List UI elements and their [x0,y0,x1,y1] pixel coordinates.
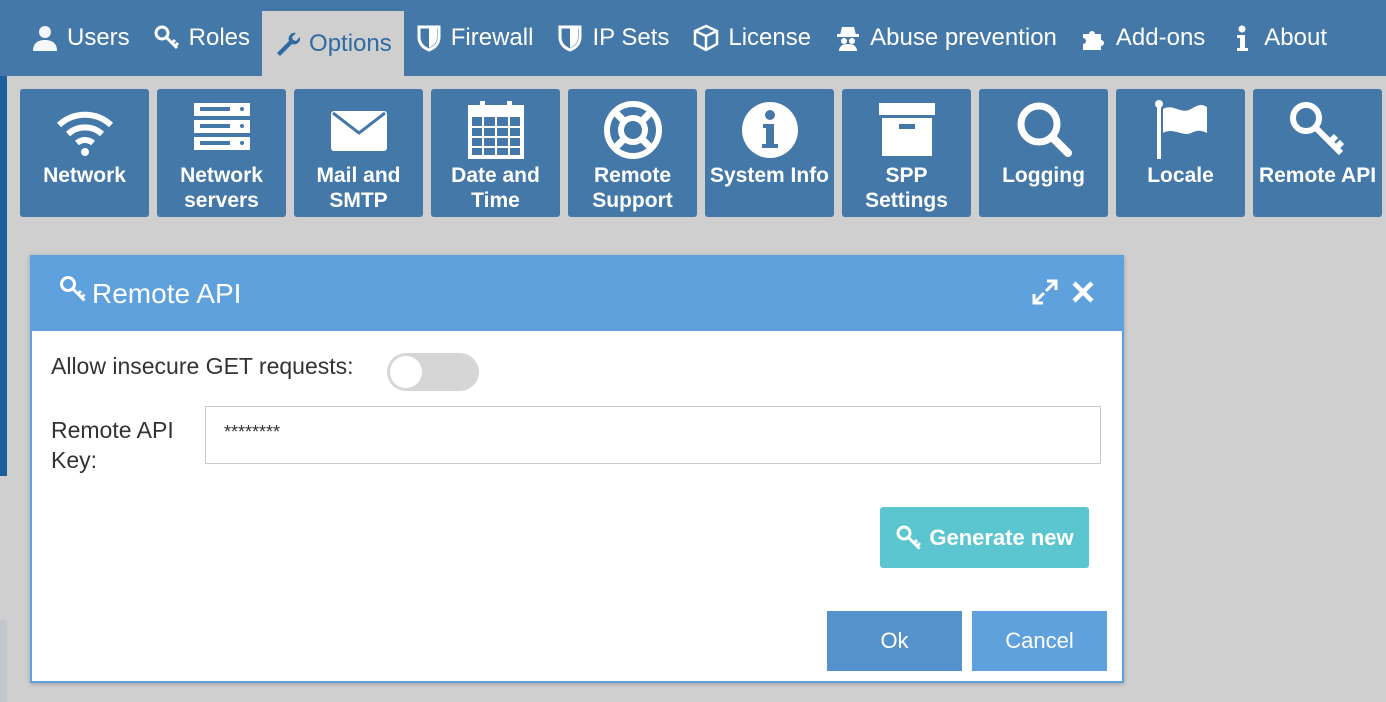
puzzle-icon [1082,31,1104,50]
tab-label: Roles [188,24,251,51]
close-icon[interactable] [1070,279,1096,305]
tab-about[interactable]: About [1217,0,1339,76]
cancel-button[interactable]: Cancel [972,611,1107,671]
generate-new-button[interactable]: Generate new [880,507,1089,568]
flag-icon [1154,100,1207,159]
tile-label: System Info [709,164,830,187]
box-icon [694,24,719,52]
allow-get-row: Allow insecure GET requests: [51,353,354,380]
ok-button[interactable]: Ok [827,611,962,671]
lifebuoy-icon [603,101,662,159]
tab-label: Users [67,24,130,51]
api-key-field[interactable] [205,406,1101,464]
tile-remote-support[interactable]: Remote Support [568,89,697,217]
tile-locale[interactable]: Locale [1116,89,1245,217]
server-icon [193,103,250,150]
tab-label: Abuse prevention [870,24,1057,51]
tab-abuse-prevention[interactable]: Abuse prevention [823,0,1069,76]
magnifier-icon [1017,102,1072,157]
tile-label: Date and Time [451,164,540,212]
tab-label: About [1264,24,1328,51]
tile-label: Remote API [1258,164,1377,187]
envelope-icon [330,111,387,151]
tile-label: Remote Support [592,164,673,212]
archive-icon [878,103,935,156]
toggle-knob [390,356,422,388]
tile-label: SPP Settings [865,164,948,212]
tile-label: Locale [1147,164,1214,187]
tile-date-time[interactable]: Date and Time [431,89,560,217]
tile-label: Network servers [180,164,263,212]
remote-api-dialog: Remote API Allow insecure GET requests: … [30,255,1124,683]
top-navigation: Users Roles Options Firewall IP Sets Lic… [0,0,1386,76]
user-icon [33,26,57,51]
wrench-icon [277,32,301,56]
tab-roles[interactable]: Roles [142,0,262,76]
calendar-icon [467,101,524,159]
background-panel [0,620,7,702]
tile-logging[interactable]: Logging [979,89,1108,217]
tile-spp-settings[interactable]: SPP Settings [842,89,971,217]
tile-label: Network [43,164,126,187]
tab-add-ons[interactable]: Add-ons [1069,0,1217,76]
key-icon [896,525,922,550]
api-key-label: Remote API Key: [51,417,174,473]
allow-get-label: Allow insecure GET requests: [51,353,354,379]
tab-label: Firewall [450,24,534,51]
key-icon [1289,102,1344,156]
info-icon [1237,25,1249,51]
tile-system-info[interactable]: System Info [705,89,834,217]
key-icon [154,25,179,50]
tab-firewall[interactable]: Firewall [404,0,546,76]
tile-network-servers[interactable]: Network servers [157,89,286,217]
tile-mail-smtp[interactable]: Mail and SMTP [294,89,423,217]
dialog-header[interactable]: Remote API [32,257,1122,331]
maximize-icon[interactable] [1032,279,1058,305]
tab-label: License [728,24,812,51]
info-circle-icon [741,102,798,158]
tab-ip-sets[interactable]: IP Sets [545,0,681,76]
options-tiles: Network Network servers Mail and SMTP Da… [20,89,1382,217]
shield-icon [417,25,441,52]
key-icon [60,276,86,302]
tab-license[interactable]: License [681,0,823,76]
wifi-icon [56,111,113,156]
tile-label: Mail and SMTP [316,164,401,212]
tab-label: Options [309,29,392,57]
allow-get-toggle[interactable] [387,353,479,391]
tab-label: Add-ons [1115,24,1206,51]
tile-label: Logging [1002,164,1085,187]
tab-users[interactable]: Users [20,0,142,76]
shield-icon [558,25,582,52]
dialog-title: Remote API [92,278,242,309]
tile-network[interactable]: Network [20,89,149,217]
spy-icon [837,27,860,51]
tab-options[interactable]: Options [262,11,404,76]
tab-label: IP Sets [592,24,670,51]
tile-remote-api[interactable]: Remote API [1253,89,1382,217]
generate-label: Generate new [929,524,1074,550]
